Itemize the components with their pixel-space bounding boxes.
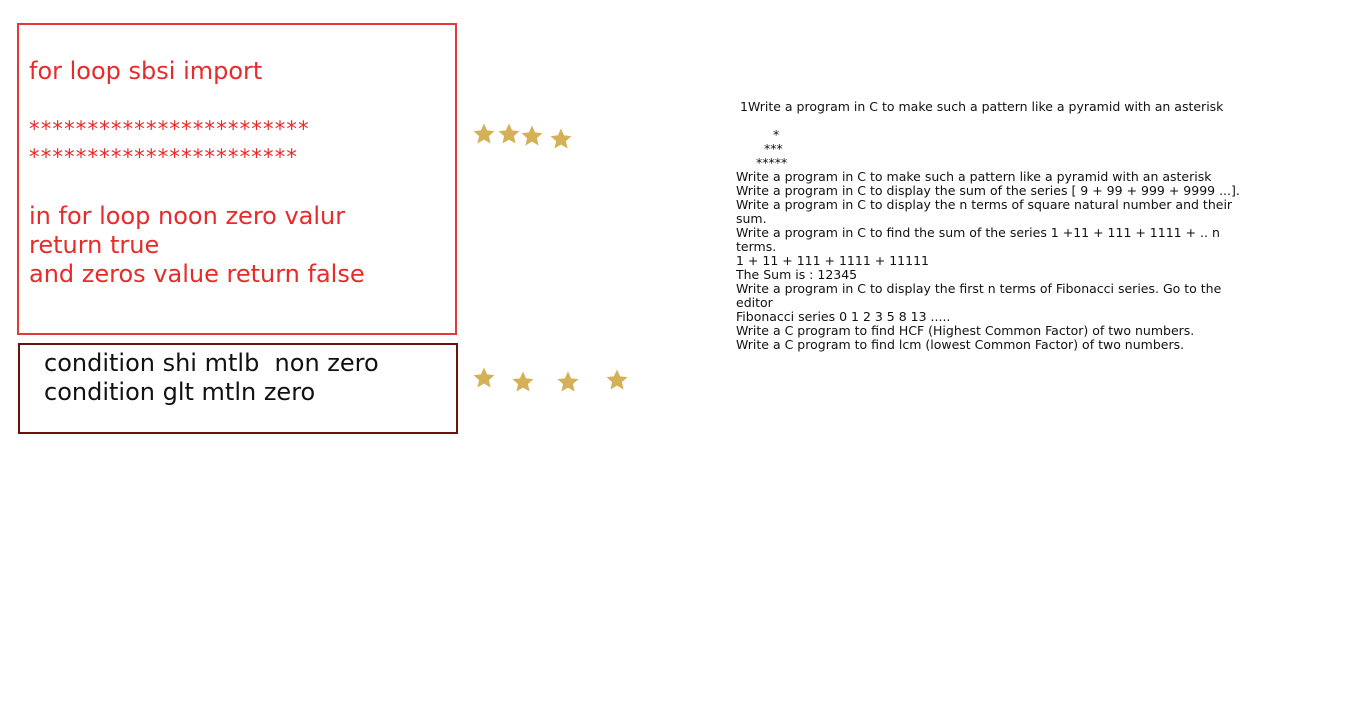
exercise-heading: 1Write a program in C to make such a pat… xyxy=(740,99,1224,114)
pyramid-row: *** xyxy=(764,141,783,156)
star-icon xyxy=(605,368,629,392)
asterisk-row: ************************ xyxy=(29,117,310,141)
list-item: Write a program in C to display the n te… xyxy=(736,197,1233,226)
star-icon xyxy=(549,127,573,151)
list-item: The Sum is : 12345 xyxy=(736,267,858,282)
exercise-list: Write a program in C to make such a patt… xyxy=(736,170,1246,352)
pyramid-row: * xyxy=(773,127,780,142)
list-item: Write a program in C to display the sum … xyxy=(736,183,1240,198)
note-rule: return true xyxy=(29,231,160,259)
note-rule: in for loop noon zero valur xyxy=(29,202,346,230)
star-icon xyxy=(472,366,496,390)
condition-note-box: condition shi mtlb non zero condition gl… xyxy=(18,343,458,434)
condition-line: condition shi mtlb non zero xyxy=(44,349,379,377)
star-icon xyxy=(472,122,496,146)
star-icon xyxy=(497,122,521,146)
red-note-box: for loop sbsi import *******************… xyxy=(17,23,457,335)
pyramid-row: ***** xyxy=(756,155,788,170)
list-item: Write a program in C to find the sum of … xyxy=(736,225,1220,254)
list-item: Write a program in C to make such a patt… xyxy=(736,169,1212,184)
page: for loop sbsi import *******************… xyxy=(0,0,1366,715)
asterisk-row: *********************** xyxy=(29,145,299,169)
note-title: for loop sbsi import xyxy=(29,57,263,85)
list-item: 1 + 11 + 111 + 1111 + 11111 xyxy=(736,253,929,268)
list-item: Write a C program to find HCF (Highest C… xyxy=(736,323,1195,338)
note-rule: and zeros value return false xyxy=(29,260,365,288)
condition-line: condition glt mtln zero xyxy=(44,378,316,406)
star-icon xyxy=(556,370,580,394)
star-icon xyxy=(511,370,535,394)
list-item: Write a C program to find lcm (lowest Co… xyxy=(736,337,1185,352)
list-item: Fibonacci series 0 1 2 3 5 8 13 ..... xyxy=(736,309,951,324)
list-item: Write a program in C to display the firs… xyxy=(736,281,1222,310)
star-icon xyxy=(520,124,544,148)
